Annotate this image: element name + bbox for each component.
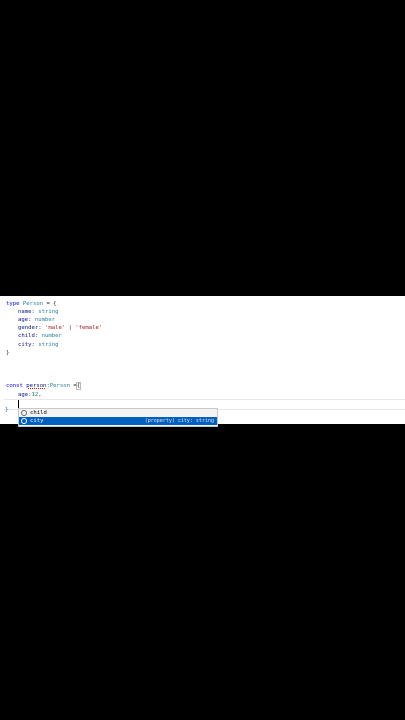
autocomplete-popup[interactable]: child city (property) city: string (18, 408, 218, 427)
code-line-const-decl: const person:Person ={ (6, 382, 82, 390)
code-line-type-decl: type Person = { (6, 301, 57, 307)
code-line-child: child: number (18, 333, 62, 339)
property-icon (21, 418, 27, 424)
suggestion-detail: (property) city: string (144, 418, 214, 424)
property-icon (21, 410, 27, 416)
code-line-gender: gender: 'male' | 'female' (18, 325, 103, 331)
code-line-city: city: string (18, 342, 59, 348)
code-line-object-close: } (5, 407, 9, 413)
suggestion-item-city[interactable]: city (property) city: string (19, 417, 217, 425)
code-line-age: age: number (18, 317, 56, 323)
suggestion-item-child[interactable]: child (19, 409, 217, 417)
code-line-name: name: string (18, 309, 59, 315)
code-line-type-close: } (6, 350, 10, 356)
code-line-age-value: age:12, (18, 392, 42, 398)
